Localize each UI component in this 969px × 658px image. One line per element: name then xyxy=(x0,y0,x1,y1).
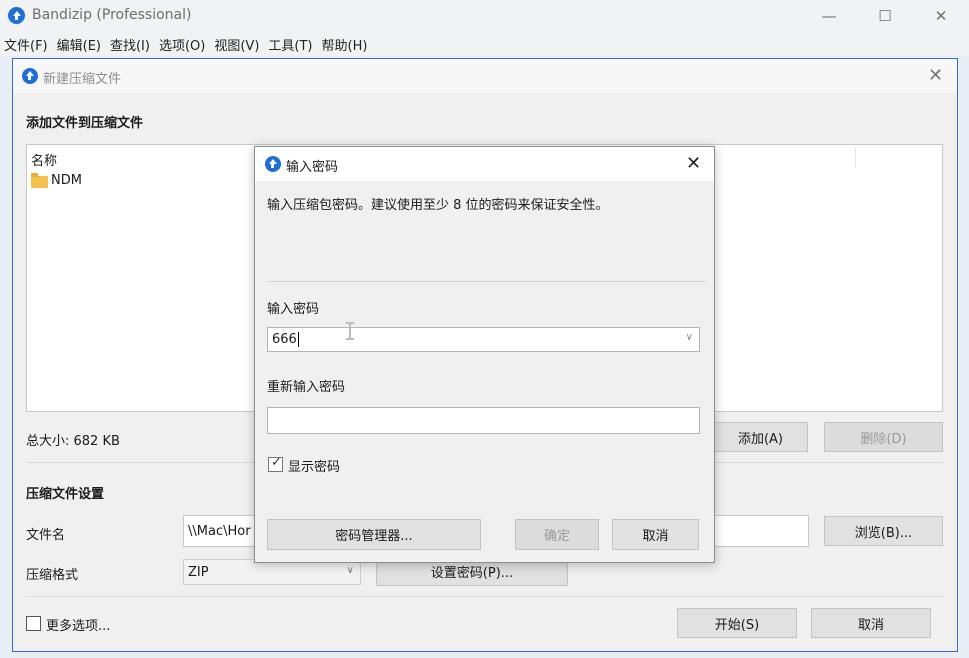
format-value: ZIP xyxy=(188,564,209,580)
menu-file[interactable]: 文件(F) xyxy=(4,35,48,54)
new-archive-titlebar: 新建压缩文件 ✕ xyxy=(13,59,957,93)
password-label: 输入密码 xyxy=(267,302,320,317)
bandizip-logo-icon xyxy=(22,68,38,84)
password-description: 输入压缩包密码。建议使用至少 8 位的密码来保证安全性。 xyxy=(267,198,609,213)
password-dialog-title: 输入密码 xyxy=(286,160,339,175)
chevron-down-icon: ∨ xyxy=(346,565,354,576)
new-archive-close-button[interactable]: ✕ xyxy=(928,65,943,86)
menu-view[interactable]: 视图(V) xyxy=(214,35,259,54)
menu-tools[interactable]: 工具(T) xyxy=(268,35,312,54)
maximize-button[interactable]: ☐ xyxy=(857,0,913,32)
minimize-button[interactable]: — xyxy=(801,0,857,32)
cancel-button[interactable]: 取消 xyxy=(811,608,931,638)
more-options-checkbox[interactable] xyxy=(26,616,41,631)
password-dialog: 输入密码 ✕ 输入压缩包密码。建议使用至少 8 位的密码来保证安全性。 输入密码… xyxy=(254,146,715,563)
menu-options[interactable]: 选项(O) xyxy=(159,35,205,54)
reenter-password-label: 重新输入密码 xyxy=(267,380,346,395)
app-title: Bandizip (Professional) xyxy=(32,7,192,23)
remove-button[interactable]: 删除(D) xyxy=(824,422,943,452)
menu-help[interactable]: 帮助(H) xyxy=(322,35,368,54)
browse-button[interactable]: 浏览(B)... xyxy=(824,516,943,546)
start-button[interactable]: 开始(S) xyxy=(677,608,797,638)
password-dialog-close-button[interactable]: ✕ xyxy=(686,153,701,174)
ok-button[interactable]: 确定 xyxy=(515,519,599,550)
total-size: 总大小: 682 KB xyxy=(26,434,120,449)
add-button[interactable]: 添加(A) xyxy=(713,422,808,452)
close-window-button[interactable]: ✕ xyxy=(913,0,969,32)
list-item[interactable]: NDM xyxy=(31,172,82,188)
archive-settings-heading: 压缩文件设置 xyxy=(26,487,105,502)
filename-label: 文件名 xyxy=(26,528,66,543)
menu-find[interactable]: 查找(I) xyxy=(110,35,150,54)
show-password-checkbox[interactable]: ✓ xyxy=(268,455,283,472)
bandizip-logo-icon xyxy=(265,156,281,172)
password-manager-button[interactable]: 密码管理器... xyxy=(267,519,481,550)
password-dialog-titlebar: 输入密码 ✕ xyxy=(255,147,714,181)
reenter-password-input[interactable] xyxy=(267,407,700,434)
divider xyxy=(26,596,943,597)
password-input[interactable]: 666 ∨ xyxy=(267,327,700,352)
password-cancel-button[interactable]: 取消 xyxy=(612,519,699,550)
add-files-heading: 添加文件到压缩文件 xyxy=(26,116,144,131)
bandizip-logo-icon xyxy=(8,7,25,24)
password-value: 666 xyxy=(272,332,297,347)
format-label: 压缩格式 xyxy=(26,568,79,583)
ibeam-cursor-icon xyxy=(346,322,354,340)
file-name: NDM xyxy=(51,173,82,188)
text-caret xyxy=(297,332,299,347)
chevron-down-icon[interactable]: ∨ xyxy=(686,332,693,343)
folder-icon xyxy=(31,172,48,188)
menu-edit[interactable]: 编辑(E) xyxy=(57,35,101,54)
menubar: 文件(F) 编辑(E) 查找(I) 选项(O) 视图(V) 工具(T) 帮助(H… xyxy=(0,32,969,56)
checkmark-icon: ✓ xyxy=(271,455,282,470)
column-header-name[interactable]: 名称 xyxy=(31,150,57,169)
column-separator xyxy=(855,148,856,168)
new-archive-title: 新建压缩文件 xyxy=(43,72,122,87)
app-titlebar: Bandizip (Professional) — ☐ ✕ xyxy=(0,0,969,32)
more-options-label[interactable]: 更多选项... xyxy=(46,615,110,634)
divider xyxy=(267,281,706,282)
show-password-label[interactable]: 显示密码 xyxy=(288,456,340,475)
